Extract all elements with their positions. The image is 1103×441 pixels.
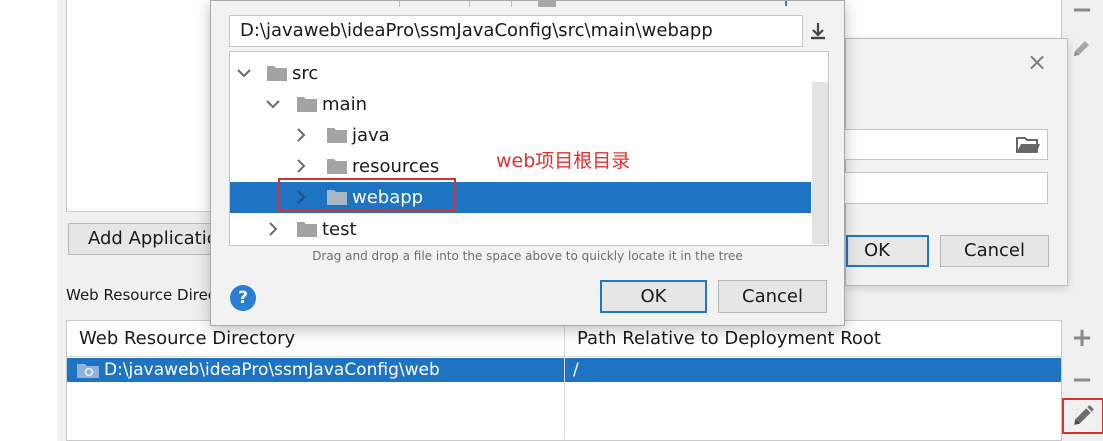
toolbar-separator (399, 1, 400, 7)
cancel-button[interactable]: Cancel (940, 235, 1049, 267)
relative-path-field[interactable] (844, 172, 1048, 204)
tree-node-main[interactable]: main (230, 89, 811, 120)
chevron-down-icon[interactable] (235, 63, 253, 83)
row-path-cell: / (573, 360, 579, 380)
remove-descriptor-button[interactable]: − (1062, 0, 1102, 26)
column-divider[interactable] (564, 321, 565, 439)
folder-icon (267, 66, 287, 81)
folder-icon (327, 128, 347, 143)
edit-descriptor-button[interactable] (1062, 32, 1102, 64)
column-header-web-resource-directory[interactable]: Web Resource Directory (79, 321, 295, 357)
column-header-path-relative[interactable]: Path Relative to Deployment Root (577, 321, 881, 357)
drag-drop-hint: Drag and drop a file into the space abov… (312, 249, 743, 263)
annotation-text: web项目根目录 (496, 150, 631, 172)
download-icon[interactable] (805, 15, 831, 47)
web-folder-icon (77, 364, 99, 378)
ok-button[interactable]: OK (600, 280, 707, 313)
tree-scrollbar[interactable] (812, 82, 828, 244)
select-directory-dialog: D:\javaweb\ideaPro\ssmJavaConfig\src\mai… (210, 0, 845, 326)
annotation-highlight-box (278, 178, 456, 211)
directory-tree[interactable]: src main java resources webapp test web项… (229, 51, 829, 246)
chevron-right-icon[interactable] (292, 156, 310, 176)
ok-button[interactable]: OK (846, 235, 929, 267)
folder-icon (327, 159, 347, 174)
tree-node-label: src (292, 63, 319, 84)
cancel-button[interactable]: Cancel (718, 280, 827, 313)
web-resource-section-label: Web Resource Directories (66, 286, 216, 304)
chevron-down-icon[interactable] (264, 94, 282, 114)
browse-folder-icon[interactable] (1015, 134, 1041, 156)
path-input[interactable]: D:\javaweb\ideaPro\ssmJavaConfig\src\mai… (229, 15, 803, 47)
tree-node-label: java (352, 125, 390, 146)
chevron-right-icon[interactable] (292, 125, 310, 145)
add-application-server-descriptor-button[interactable]: Add Application Server specific descript… (68, 223, 228, 255)
web-resource-table: Web Resource Directory Path Relative to … (66, 320, 1062, 441)
left-strip (0, 0, 57, 441)
help-icon[interactable]: ? (230, 285, 256, 311)
directory-path-field[interactable] (844, 129, 1048, 160)
folder-icon (297, 222, 317, 237)
remove-web-resource-button[interactable]: − (1062, 364, 1102, 396)
add-web-resource-button[interactable]: + (1062, 322, 1102, 354)
edit-directory-dialog: × OK Cancel (844, 38, 1068, 286)
pencil-icon (1074, 405, 1094, 425)
chooser-toolbar (211, 1, 844, 9)
close-icon[interactable]: × (1022, 47, 1052, 77)
row-directory-cell: D:\javaweb\ideaPro\ssmJavaConfig\web (104, 360, 440, 380)
toolbar-link[interactable] (785, 1, 787, 6)
edit-web-resource-button[interactable] (1062, 398, 1103, 434)
tree-node-label: main (322, 94, 367, 115)
toolbar-separator (511, 1, 512, 7)
toolbar-separator (469, 1, 470, 7)
pencil-icon (1074, 41, 1089, 56)
toolbar-button[interactable] (538, 1, 556, 7)
tree-node-label: test (322, 219, 357, 240)
tree-node-test[interactable]: test (230, 214, 811, 245)
folder-icon (297, 97, 317, 112)
chevron-right-icon[interactable] (264, 219, 282, 239)
tree-node-src[interactable]: src (230, 58, 811, 89)
